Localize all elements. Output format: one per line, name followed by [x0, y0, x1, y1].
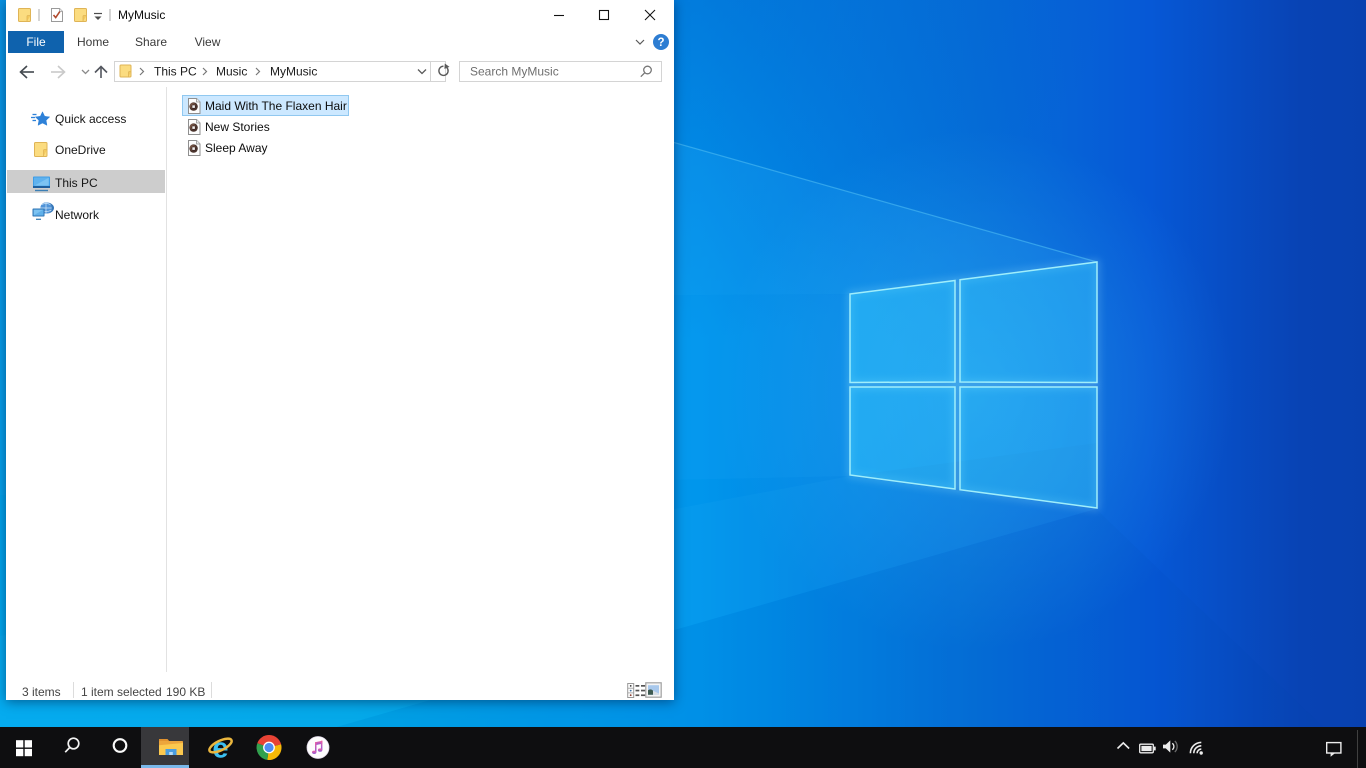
svg-text:MyMusic: MyMusic — [270, 65, 317, 79]
svg-text:Search MyMusic: Search MyMusic — [470, 65, 559, 79]
svg-text:Music: Music — [216, 65, 247, 79]
svg-text:?: ? — [657, 37, 664, 49]
svg-text:This PC: This PC — [154, 65, 197, 79]
